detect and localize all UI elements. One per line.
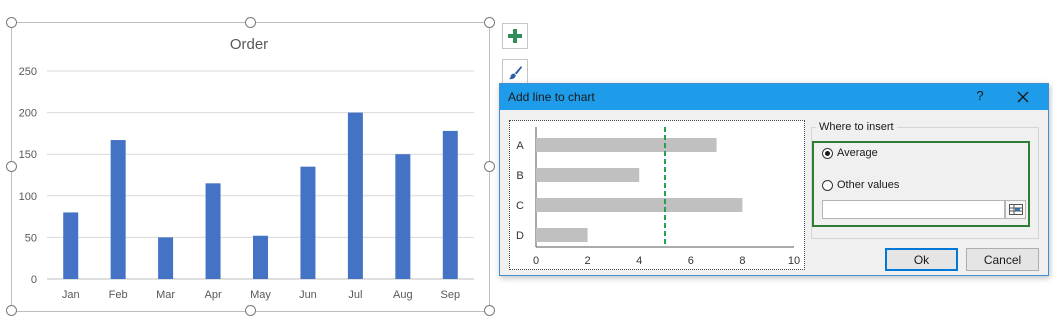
preview-bar (536, 228, 588, 242)
close-button[interactable] (1008, 85, 1038, 109)
range-select-icon (1008, 204, 1023, 215)
bar (253, 235, 268, 279)
radio-other-label: Other values (837, 179, 900, 191)
x-tick-label: Jun (299, 289, 317, 301)
other-value-input[interactable] (822, 200, 1005, 219)
order-chart: Order 0 50 100 150 200 250 Jan Feb Mar Apr May Jun Ju… (19, 36, 474, 301)
y-tick-label: 200 (19, 108, 37, 120)
x-tick-label: Mar (156, 289, 175, 301)
ok-button[interactable]: Ok (885, 248, 958, 271)
y-tick-label: 150 (19, 149, 37, 161)
x-tick-label: Jan (62, 289, 80, 301)
bar (63, 212, 79, 279)
x-tick-label: Sep (440, 289, 460, 301)
preview-category-label: C (516, 200, 524, 212)
x-tick-label: Feb (109, 289, 128, 301)
dialog-titlebar[interactable]: Add line to chart ? (500, 84, 1048, 110)
preview-x-tick-label: 0 (533, 255, 539, 267)
y-tick-label: 250 (19, 66, 37, 78)
y-tick-label: 50 (25, 232, 37, 244)
radio-average-label: Average (837, 147, 878, 159)
x-tick-label: Apr (204, 289, 221, 301)
radio-other-values[interactable]: Other values (822, 179, 899, 191)
close-icon (1017, 91, 1029, 103)
add-line-dialog: Add line to chart ? A B C D 0 2 4 6 8 10 Where to… (499, 83, 1049, 276)
plus-icon (508, 29, 522, 43)
preview-category-label: B (516, 170, 523, 182)
x-tick-label: Jul (348, 289, 362, 301)
radio-average[interactable]: Average (822, 147, 878, 159)
bar (158, 237, 174, 279)
resize-handle-left[interactable] (6, 161, 17, 172)
radio-average-circle[interactable] (822, 147, 833, 159)
y-tick-label: 0 (31, 274, 37, 286)
group-label: Where to insert (816, 121, 897, 133)
bar (395, 154, 411, 279)
preview-category-label: D (516, 230, 524, 242)
preview-category-label: A (516, 140, 524, 152)
preview-x-tick-label: 2 (585, 255, 591, 267)
preview-chart: A B C D 0 2 4 6 8 10 (516, 127, 800, 267)
dialog-title: Add line to chart (508, 90, 595, 104)
y-tick-label: 100 (19, 191, 37, 203)
preview-pane: A B C D 0 2 4 6 8 10 (509, 120, 805, 270)
bar (110, 140, 126, 279)
preview-x-tick-label: 8 (739, 255, 745, 267)
resize-handle-top-left[interactable] (6, 17, 17, 28)
x-tick-label: Aug (393, 289, 413, 301)
preview-x-tick-label: 10 (788, 255, 800, 267)
chart-styles-button[interactable] (502, 59, 528, 83)
bar (300, 166, 316, 279)
resize-handle-right[interactable] (484, 161, 495, 172)
resize-handle-top-right[interactable] (484, 17, 495, 28)
preview-bar (536, 168, 640, 182)
preview-bar (536, 138, 717, 152)
preview-x-tick-label: 4 (636, 255, 642, 267)
paintbrush-icon (509, 65, 522, 79)
chart-elements-button[interactable] (502, 23, 528, 49)
range-select-button[interactable] (1005, 200, 1026, 219)
radio-other-circle[interactable] (822, 179, 833, 191)
help-button[interactable]: ? (968, 88, 992, 106)
x-tick-label: May (250, 289, 271, 301)
resize-handle-top[interactable] (245, 17, 256, 28)
bar (205, 183, 221, 279)
chart-title: Order (230, 36, 268, 53)
preview-x-tick-label: 6 (688, 255, 694, 267)
resize-handle-bottom-right[interactable] (484, 305, 495, 316)
preview-bar (536, 198, 743, 212)
bar (442, 130, 458, 279)
bar (347, 112, 363, 279)
cancel-button[interactable]: Cancel (966, 248, 1039, 271)
resize-handle-bottom-left[interactable] (6, 305, 17, 316)
resize-handle-bottom[interactable] (245, 305, 256, 316)
